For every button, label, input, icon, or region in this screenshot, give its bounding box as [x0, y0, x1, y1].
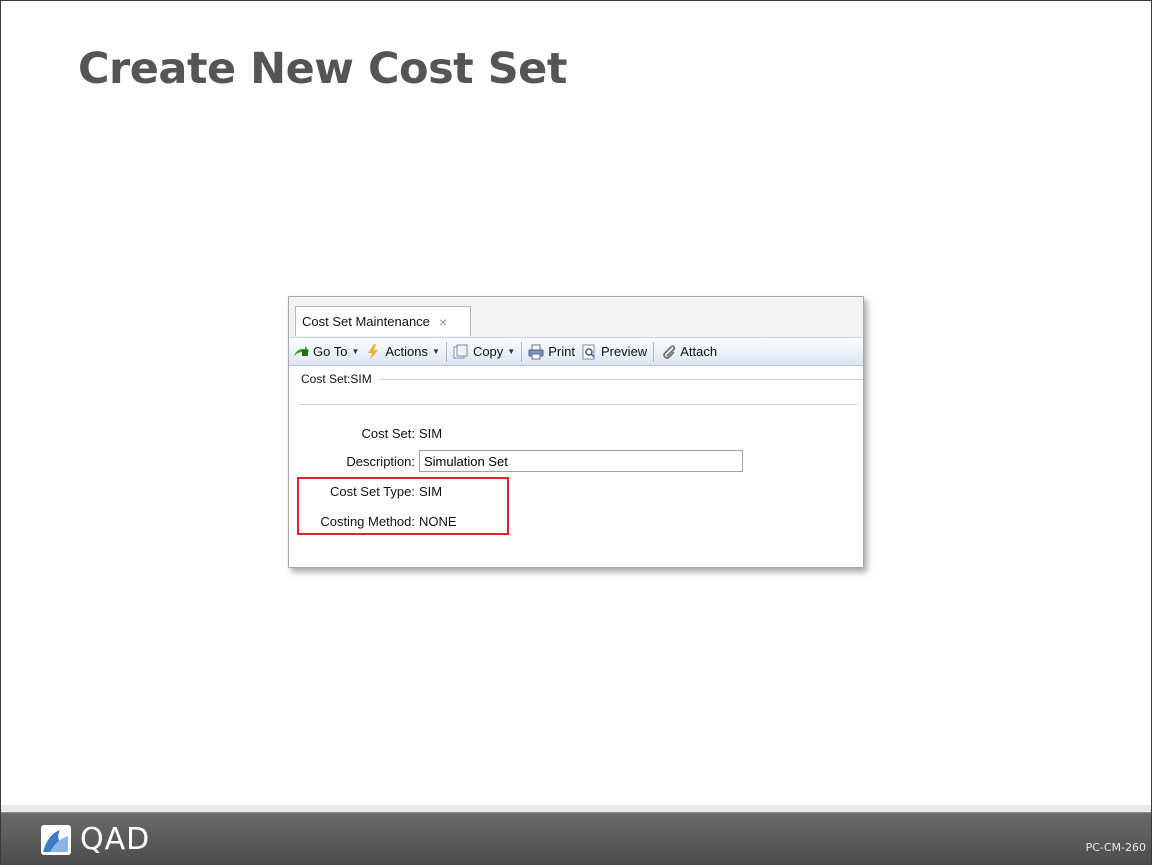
printer-icon [528, 344, 544, 359]
cost-set-label: Cost Set: [361, 425, 415, 441]
section-divider [299, 404, 857, 405]
chevron-down-icon[interactable]: ▼ [432, 347, 440, 356]
cost-set-value: SIM [419, 425, 443, 441]
goto-label: Go To [313, 344, 348, 359]
section-header: Cost Set:SIM [289, 367, 863, 391]
attach-label: Attach [680, 344, 718, 359]
tab-cost-set-maintenance[interactable]: Cost Set Maintenance × [295, 306, 471, 336]
preview-label: Preview [600, 344, 648, 359]
toolbar-separator [445, 341, 447, 362]
toolbar: Go To ▼ Actions ▼ Copy ▼ Print Preview A… [289, 338, 863, 366]
section-title: Cost Set:SIM [301, 372, 372, 386]
footer-band [1, 805, 1151, 812]
description-label: Description: [346, 453, 415, 469]
goto-arrow-icon [294, 345, 309, 356]
goto-button[interactable]: Go To ▼ [293, 344, 359, 360]
chevron-down-icon[interactable]: ▼ [507, 347, 515, 356]
description-row: Description: [289, 449, 863, 473]
copy-label: Copy [472, 344, 504, 359]
footer-bar [1, 812, 1151, 865]
preview-icon [582, 344, 595, 359]
tab-label: Cost Set Maintenance [302, 314, 430, 329]
description-field[interactable] [419, 450, 743, 472]
qad-logo: QAD [40, 822, 150, 857]
print-label: Print [548, 344, 575, 359]
slide-title: Create New Cost Set [78, 44, 567, 94]
paperclip-icon [663, 344, 676, 359]
lightning-icon [368, 343, 379, 360]
slide-code: PC-CM-260 [1085, 841, 1146, 854]
toolbar-separator [653, 341, 655, 362]
actions-label: Actions [385, 344, 429, 359]
copy-button[interactable]: Copy ▼ [453, 344, 515, 360]
close-icon[interactable]: × [439, 314, 447, 330]
actions-button[interactable]: Actions ▼ [365, 343, 440, 360]
toolbar-separator [521, 341, 523, 362]
attach-button[interactable]: Attach [660, 344, 717, 360]
preview-button[interactable]: Preview [581, 344, 647, 360]
qad-logo-icon [41, 824, 71, 855]
section-divider [379, 378, 863, 380]
print-button[interactable]: Print [528, 344, 575, 360]
cost-set-row: Cost Set: SIM [289, 421, 863, 445]
highlight-box [297, 477, 509, 535]
chevron-down-icon[interactable]: ▼ [351, 347, 359, 356]
copy-icon [453, 344, 468, 358]
tab-strip: Cost Set Maintenance × [289, 297, 863, 338]
qad-logo-text: QAD [80, 822, 151, 857]
